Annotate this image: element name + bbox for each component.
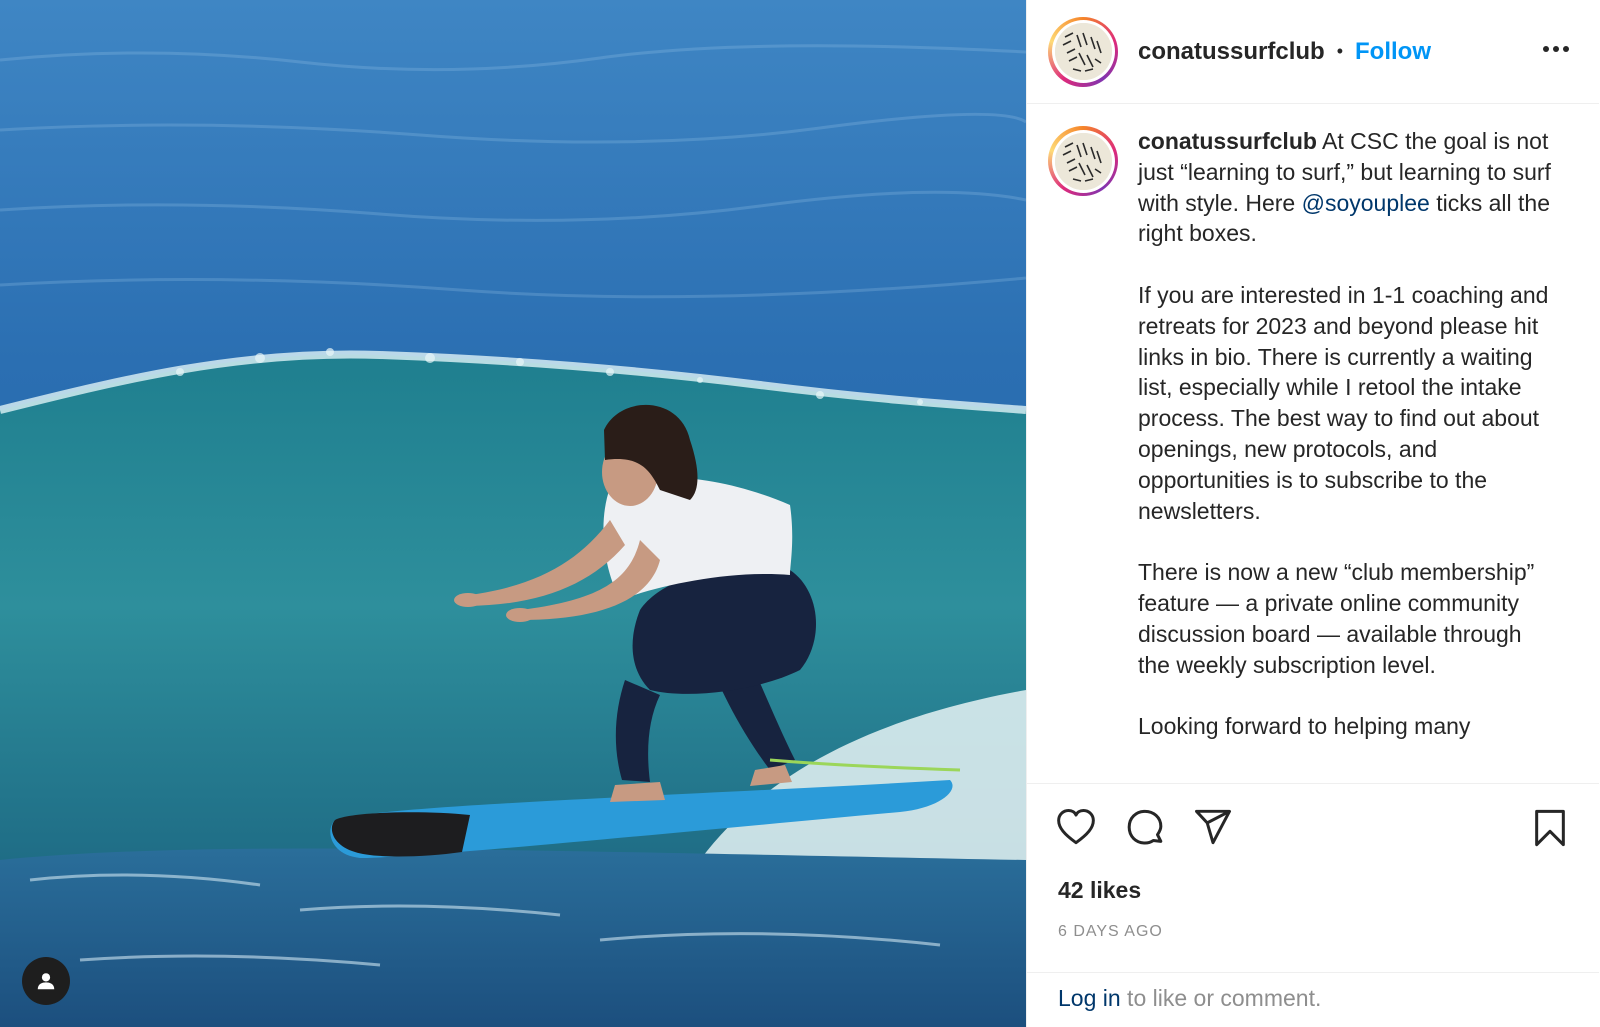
share-icon [1194,809,1232,845]
caption-paragraph-3: There is now a new “club membership” fea… [1138,559,1535,678]
user-tag-icon [37,973,55,990]
post-header: conatussurfclub • Follow [1027,0,1599,104]
actions-section: 42 likes 6 DAYS AGO [1027,783,1599,972]
caption-avatar-logo [1054,132,1112,190]
login-link[interactable]: Log in [1058,985,1121,1011]
header-separator: • [1336,41,1344,61]
share-button[interactable] [1193,808,1233,851]
login-prompt-text: to like or comment. [1120,985,1322,1011]
caption-paragraph-2: If you are interested in 1-1 coaching an… [1138,281,1549,524]
post-caption: conatussurfclub At CSC the goal is not j… [1048,126,1578,774]
header-username[interactable]: conatussurfclub [1138,38,1325,66]
save-button[interactable] [1533,808,1567,853]
surf-photo [0,0,1026,1027]
post-image[interactable] [0,0,1026,1027]
post-side-panel: conatussurfclub • Follow conatussurfclub… [1026,0,1600,1027]
avatar-logo [1054,23,1112,80]
comment-icon [1127,809,1163,845]
post-timestamp[interactable]: 6 DAYS AGO [1058,923,1163,941]
comment-button[interactable] [1125,808,1165,853]
caption-avatar[interactable] [1048,126,1118,196]
likes-count[interactable]: 42 likes [1058,877,1141,904]
caption-paragraph-1: conatussurfclub At CSC the goal is not j… [1138,126,1558,249]
caption-paragraph-4: Looking forward to helping many [1138,713,1471,740]
follow-button[interactable]: Follow [1355,38,1431,66]
bookmark-icon [1535,809,1565,847]
avatar[interactable] [1048,16,1118,87]
caption-username[interactable]: conatussurfclub [1138,128,1317,154]
mention-link[interactable]: @soyouplee [1302,190,1430,216]
more-options-icon[interactable] [1541,40,1571,58]
heart-icon [1057,808,1095,845]
post-container: conatussurfclub • Follow conatussurfclub… [0,0,1600,1027]
caption-text: conatussurfclub At CSC the goal is not j… [1138,126,1558,774]
login-prompt: Log in to like or comment. [1027,972,1599,1027]
like-button[interactable] [1056,808,1096,851]
user-tag-button[interactable] [22,957,70,1005]
